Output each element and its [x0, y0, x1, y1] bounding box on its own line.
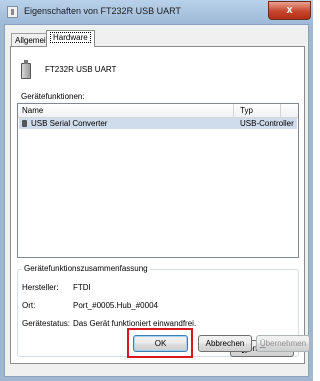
apply-button-post: bernehmen [265, 339, 307, 348]
properties-window: Eigenschaften von FT232R USB UART x Allg… [0, 0, 313, 381]
ok-button[interactable]: OK [133, 335, 188, 352]
tab-hardware-label: Hardware [50, 32, 91, 43]
manufacturer-value: FTDI [73, 283, 91, 292]
list-item-type: USB-Controller [240, 119, 294, 128]
title-bar[interactable]: Eigenschaften von FT232R USB UART x [0, 0, 313, 24]
status-label: Gerätestatus: [22, 319, 71, 328]
dialog-body: Allgemein Hardware FT232R USB UART Gerät… [4, 24, 309, 377]
list-item[interactable]: USB Serial Converter USB-Controller [19, 118, 297, 129]
close-button[interactable]: x [268, 1, 311, 20]
location-value: Port_#0005.Hub_#0004 [73, 301, 158, 310]
hardware-tab-panel: FT232R USB UART Gerätefunktionen: Name T… [10, 46, 305, 364]
column-header-type[interactable]: Typ [240, 106, 253, 115]
device-functions-list[interactable]: Name Typ USB Serial Converter USB-Contro… [17, 103, 299, 258]
column-header-name[interactable]: Name [22, 106, 43, 115]
window-title: Eigenschaften von FT232R USB UART [24, 6, 181, 16]
location-label: Ort: [22, 301, 36, 310]
apply-button[interactable]: Übernehmen [256, 335, 310, 352]
status-value: Das Gerät funktioniert einwandfrei. [73, 319, 197, 328]
tab-hardware[interactable]: Hardware [46, 30, 95, 47]
list-header: Name Typ [18, 104, 298, 118]
usb-device-icon [21, 60, 31, 79]
device-functions-label: Gerätefunktionen: [21, 92, 85, 101]
usb-plug-icon [22, 120, 27, 127]
list-item-name: USB Serial Converter [31, 119, 108, 128]
manufacturer-label: Hersteller: [22, 283, 59, 292]
group-title: Gerätefunktionszusammenfassung [22, 264, 150, 273]
cancel-button[interactable]: Abbrechen [198, 335, 252, 352]
column-divider[interactable] [233, 104, 234, 117]
window-icon [7, 6, 18, 18]
device-name: FT232R USB UART [45, 65, 117, 74]
column-divider[interactable] [280, 104, 281, 117]
